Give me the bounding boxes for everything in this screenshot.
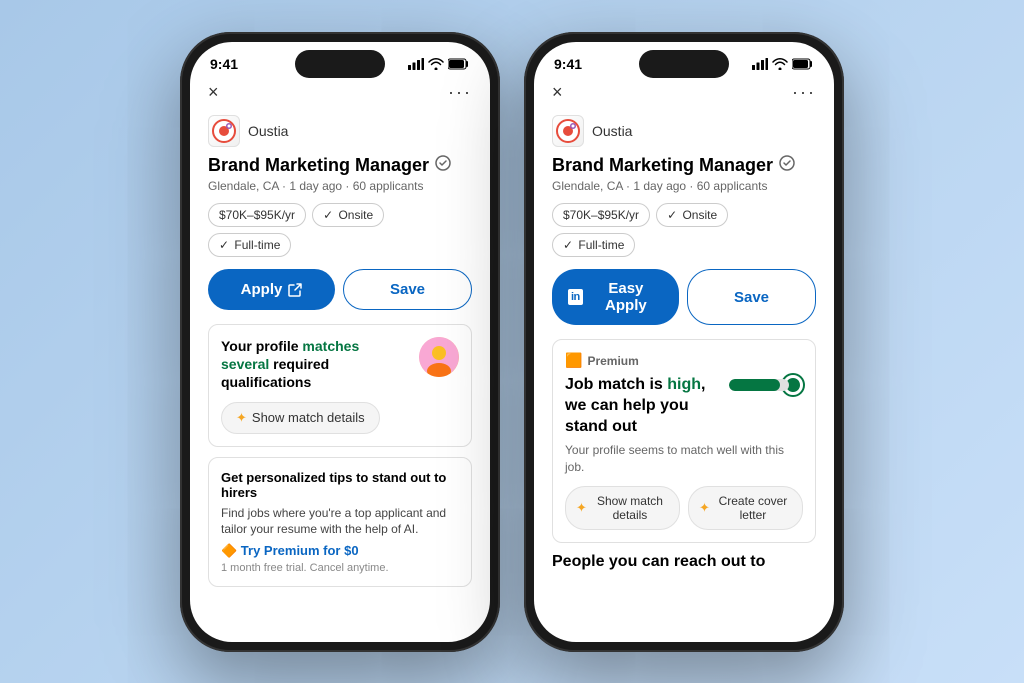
star-icon-match-right: ✦ (576, 500, 587, 516)
premium-sub-right: Your profile seems to match well with th… (565, 442, 803, 476)
job-meta-right: Glendale, CA · 1 day ago · 60 applicants (552, 179, 816, 193)
premium-match-row-right: Job match is high, we can help you stand… (565, 375, 803, 437)
tag-onsite-left: ✓ Onsite (312, 203, 384, 227)
company-row-left: Oustia (208, 115, 472, 147)
tag-fulltime-right: ✓ Full-time (552, 233, 635, 257)
battery-icon-right (792, 58, 814, 70)
wifi-icon-left (428, 58, 444, 70)
oustia-logo-left (212, 119, 236, 143)
avatar-image-left (419, 337, 459, 377)
btn-row-left: Apply Save (208, 269, 472, 310)
tips-trial-left: 1 month free trial. Cancel anytime. (221, 562, 459, 574)
phone-screen-right: 9:41 (534, 42, 834, 642)
more-button-left[interactable]: ··· (448, 82, 472, 103)
nav-bar-left: × ··· (190, 76, 490, 111)
save-button-right[interactable]: Save (687, 269, 816, 325)
tag-salary-right: $70K–$95K/yr (552, 203, 650, 227)
wifi-icon-right (772, 58, 788, 70)
phone-left: 9:41 (180, 32, 500, 652)
more-button-right[interactable]: ··· (792, 82, 816, 103)
btn-row-right: in Easy Apply Save (552, 269, 816, 325)
job-title-row-right: Brand Marketing Manager (552, 155, 816, 177)
nav-bar-right: × ··· (534, 76, 834, 111)
close-button-right[interactable]: × (552, 82, 563, 103)
easy-apply-button-right[interactable]: in Easy Apply (552, 269, 679, 325)
premium-badge-right: 🟧 Premium (565, 352, 803, 369)
status-icons-right (752, 58, 814, 70)
match-text-left: Your profile matches several required qu… (221, 337, 411, 392)
company-logo-right (552, 115, 584, 147)
people-title-right: People you can reach out to (552, 553, 816, 571)
avatar-left (419, 337, 459, 377)
star-icon-left: ✦ (236, 410, 247, 426)
job-title-row-left: Brand Marketing Manager (208, 155, 472, 177)
verified-icon-left (435, 155, 451, 176)
tag-fulltime-left: ✓ Full-time (208, 233, 291, 257)
tag-salary-left: $70K–$95K/yr (208, 203, 306, 227)
premium-link-left[interactable]: 🔶 Try Premium for $0 (221, 543, 459, 559)
gauge-bar-right (729, 379, 789, 391)
verified-icon-right (779, 155, 795, 176)
signal-icon-left (408, 58, 424, 70)
close-button-left[interactable]: × (208, 82, 219, 103)
tips-title-left: Get personalized tips to stand out to hi… (221, 470, 459, 500)
job-title-right: Brand Marketing Manager (552, 155, 773, 177)
company-name-left: Oustia (248, 123, 288, 139)
dynamic-island-right (639, 50, 729, 78)
apply-button-left[interactable]: Apply (208, 269, 335, 310)
battery-icon-left (448, 58, 470, 70)
premium-title-right: Job match is high, we can help you stand… (565, 375, 729, 437)
tips-desc-left: Find jobs where you're a top applicant a… (221, 505, 459, 539)
tags-row-right: $70K–$95K/yr ✓ Onsite ✓ Full-time (552, 203, 816, 257)
job-meta-left: Glendale, CA · 1 day ago · 60 applicants (208, 179, 472, 193)
match-card-left: Your profile matches several required qu… (208, 324, 472, 447)
match-gauge-right (729, 375, 803, 395)
status-icons-left (408, 58, 470, 70)
match-card-inner-left: Your profile matches several required qu… (221, 337, 459, 392)
show-match-button-left[interactable]: ✦ Show match details (221, 402, 380, 434)
tag-onsite-right: ✓ Onsite (656, 203, 728, 227)
linkedin-logo-icon: in (568, 289, 583, 305)
status-time-left: 9:41 (210, 56, 238, 72)
show-match-button-right[interactable]: ✦ Show match details (565, 486, 680, 530)
company-logo-left (208, 115, 240, 147)
tags-row-left: $70K–$95K/yr ✓ Onsite ✓ Full-time (208, 203, 472, 257)
screenshot-container: 9:41 (180, 32, 844, 652)
signal-icon-right (752, 58, 768, 70)
oustia-logo-right (556, 119, 580, 143)
premium-btns-right: ✦ Show match details ✦ Create cover lett… (565, 486, 803, 530)
company-row-right: Oustia (552, 115, 816, 147)
status-time-right: 9:41 (554, 56, 582, 72)
job-title-left: Brand Marketing Manager (208, 155, 429, 177)
phone-right: 9:41 (524, 32, 844, 652)
external-link-icon (288, 283, 302, 297)
tips-card-left: Get personalized tips to stand out to hi… (208, 457, 472, 588)
dynamic-island-left (295, 50, 385, 78)
content-right: Oustia Brand Marketing Manager Glendale,… (534, 111, 834, 642)
premium-card-right: 🟧 Premium Job match is high, we can help… (552, 339, 816, 543)
star-icon-cover-right: ✦ (699, 500, 710, 516)
content-left: Oustia Brand Marketing Manager Glendale,… (190, 111, 490, 642)
company-name-right: Oustia (592, 123, 632, 139)
save-button-left[interactable]: Save (343, 269, 472, 310)
gauge-fill-right (729, 379, 780, 391)
cover-letter-button-right[interactable]: ✦ Create cover letter (688, 486, 803, 530)
phone-screen-left: 9:41 (190, 42, 490, 642)
